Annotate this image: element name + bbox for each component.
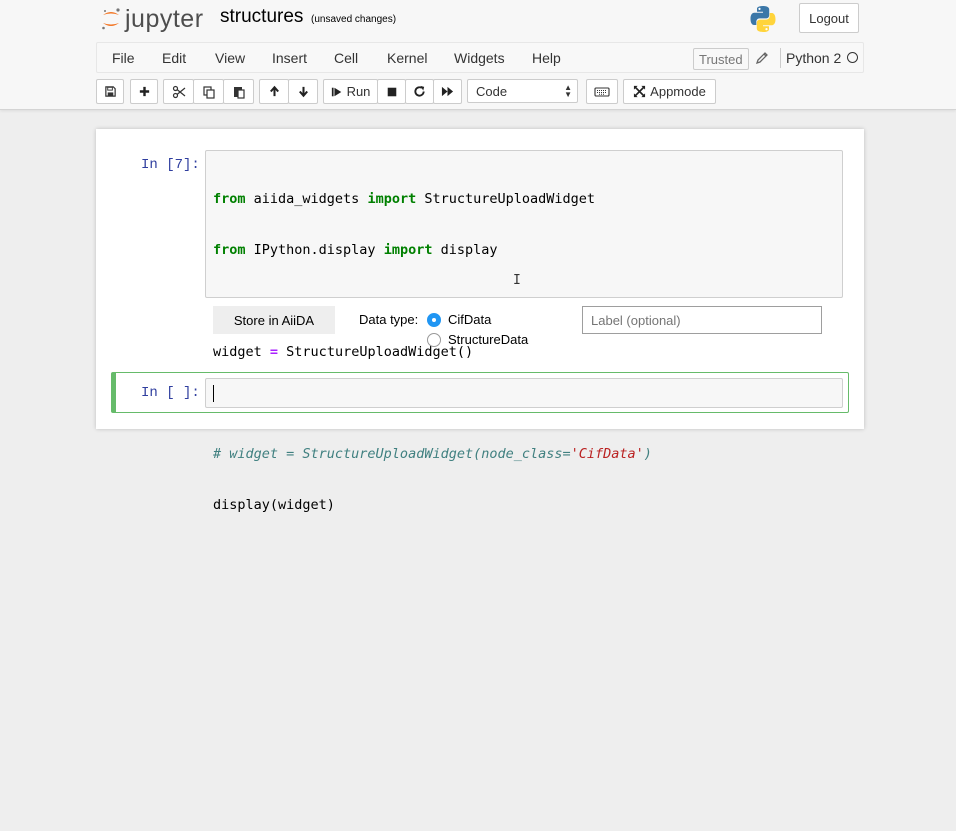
input-prompt: In [ ]: <box>141 385 200 401</box>
menu-kernel[interactable]: Kernel <box>387 50 427 66</box>
arrow-up-icon <box>269 85 279 97</box>
appmode-button[interactable]: Appmode <box>623 79 716 104</box>
menu-cell[interactable]: Cell <box>334 50 358 66</box>
menu-widgets[interactable]: Widgets <box>454 50 505 66</box>
active-cell[interactable]: In [ ]: <box>111 372 849 413</box>
move-down-button[interactable] <box>288 79 318 104</box>
menu-bar: File Edit View Insert Cell Kernel Widget… <box>96 42 864 73</box>
menu-help[interactable]: Help <box>532 50 561 66</box>
select-arrows-icon: ▲ ▼ <box>564 83 572 99</box>
menu-view[interactable]: View <box>215 50 245 66</box>
cut-icon <box>172 85 185 98</box>
input-prompt: In [7]: <box>141 157 200 173</box>
notebook-title[interactable]: structures <box>220 6 303 28</box>
restart-run-all-button[interactable] <box>433 79 462 104</box>
trusted-indicator[interactable]: Trusted <box>693 48 749 70</box>
menu-file[interactable]: File <box>112 50 135 66</box>
store-in-aiida-button[interactable]: Store in AiiDA <box>213 306 335 334</box>
code-content: from aiida_widgets import StructureUploa… <box>213 157 652 548</box>
menu-insert[interactable]: Insert <box>272 50 307 66</box>
jupyter-wordmark: jupyter <box>125 4 204 33</box>
step-forward-icon <box>331 87 341 96</box>
run-button[interactable]: Run <box>323 79 378 104</box>
appmode-label: Appmode <box>650 84 706 99</box>
cell-type-select[interactable]: Code ▲ ▼ <box>467 79 578 103</box>
stop-icon <box>387 87 396 96</box>
pencil-icon[interactable] <box>755 51 769 65</box>
cell-type-value: Code <box>476 83 508 99</box>
interrupt-button[interactable] <box>377 79 406 104</box>
cut-button[interactable] <box>163 79 194 104</box>
run-label: Run <box>346 84 371 99</box>
kernel-divider <box>780 48 781 68</box>
radio-cifdata[interactable] <box>427 313 441 327</box>
refresh-icon <box>414 85 425 97</box>
code-editor[interactable]: from aiida_widgets import StructureUploa… <box>205 150 843 513</box>
expand-icon <box>634 85 646 98</box>
notebook-panel: In [7]: from aiida_widgets import Struct… <box>96 129 864 513</box>
radio-structuredata[interactable] <box>427 333 441 347</box>
command-palette-button[interactable] <box>586 79 618 104</box>
code-line: from IPython.display import display <box>213 242 498 258</box>
radio-label-structuredata[interactable]: StructureData <box>448 332 528 347</box>
jupyter-logo[interactable]: jupyter <box>100 4 204 34</box>
keyboard-icon <box>594 86 610 97</box>
save-icon <box>104 86 116 97</box>
code-line: # widget = StructureUploadWidget(node_cl… <box>213 446 652 462</box>
arrow-down-icon <box>298 86 308 98</box>
kernel-name[interactable]: Python 2 <box>786 50 841 66</box>
plus-icon <box>139 86 149 97</box>
code-line: display(widget) <box>213 497 335 513</box>
notebook-header: jupyter structures (unsaved changes) Log… <box>0 0 956 110</box>
text-cursor-icon: I <box>513 273 521 288</box>
copy-icon <box>202 85 215 99</box>
radio-label-cifdata[interactable]: CifData <box>448 312 491 327</box>
copy-button[interactable] <box>193 79 224 104</box>
insert-cell-button[interactable] <box>130 79 158 104</box>
fast-forward-icon <box>441 86 454 97</box>
paste-icon <box>233 86 245 99</box>
paste-button[interactable] <box>223 79 254 104</box>
move-up-button[interactable] <box>259 79 289 104</box>
data-type-label: Data type: <box>359 312 419 327</box>
code-editor[interactable] <box>205 378 843 408</box>
python-logo-icon <box>750 6 776 32</box>
code-line: from aiida_widgets import StructureUploa… <box>213 191 596 207</box>
logout-button[interactable]: Logout <box>799 3 859 33</box>
menu-edit[interactable]: Edit <box>162 50 186 66</box>
label-input[interactable]: Label (optional) <box>582 306 822 334</box>
kernel-idle-icon <box>847 52 858 63</box>
restart-button[interactable] <box>405 79 434 104</box>
save-status: (unsaved changes) <box>311 14 397 25</box>
save-button[interactable] <box>96 79 124 104</box>
jupyter-logo-icon <box>102 8 120 30</box>
text-caret <box>213 385 214 402</box>
